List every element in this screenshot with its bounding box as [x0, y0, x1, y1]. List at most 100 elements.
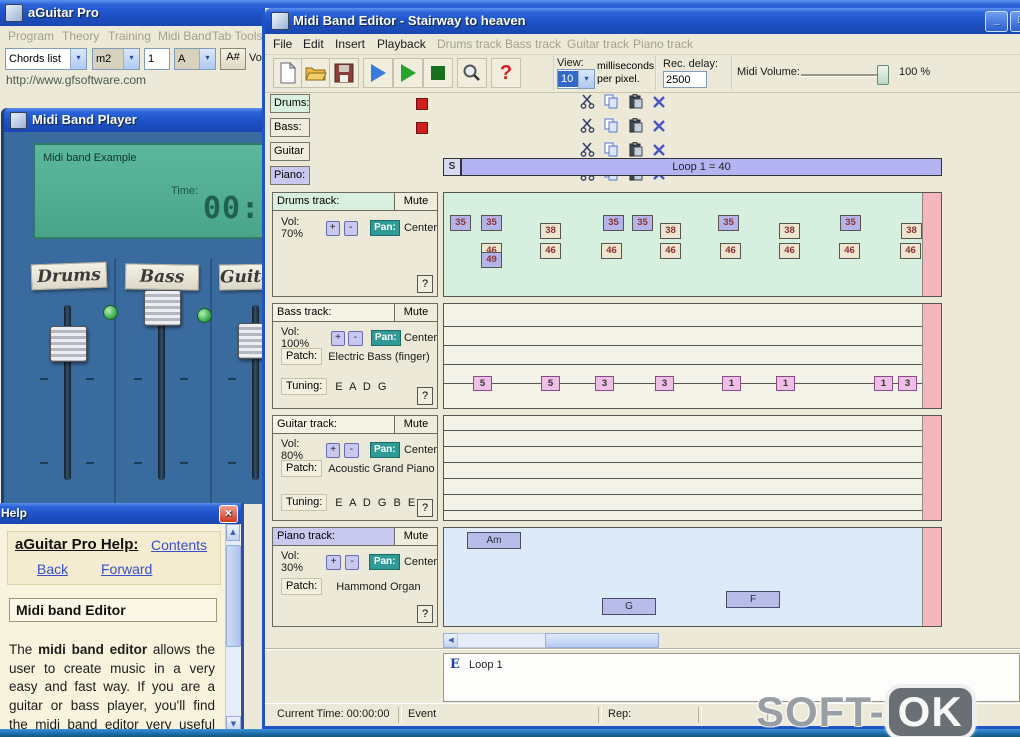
strip-copy-button[interactable]: [601, 94, 621, 113]
drum-note-box[interactable]: 46: [660, 243, 681, 259]
menu-file[interactable]: File: [273, 37, 292, 51]
forward-link[interactable]: Forward: [101, 561, 152, 577]
guitar-help-button[interactable]: ?: [417, 499, 433, 517]
back-link[interactable]: Back: [37, 561, 68, 577]
drum-note-box[interactable]: 38: [901, 223, 922, 239]
maximize-button[interactable]: □: [1010, 11, 1020, 32]
bass-note-box[interactable]: 1: [874, 376, 893, 391]
menu-guitar-track[interactable]: Guitar track: [567, 37, 629, 51]
drum-note-box[interactable]: 46: [839, 243, 860, 259]
save-button[interactable]: [329, 58, 359, 88]
guitar-mute-button[interactable]: Mute: [395, 416, 437, 433]
menu-piano-track[interactable]: Piano track: [633, 37, 693, 51]
midi-volume-slider-thumb[interactable]: [877, 65, 889, 85]
drum-note-box[interactable]: 46: [601, 243, 622, 259]
drums-help-button[interactable]: ?: [417, 275, 433, 293]
drum-note-box[interactable]: 46: [540, 243, 561, 259]
volume-up-button[interactable]: +: [330, 330, 346, 346]
guitar-note-grid[interactable]: [443, 415, 942, 521]
bass-note-box[interactable]: 3: [655, 376, 674, 391]
menu-training[interactable]: Training: [108, 29, 151, 43]
strip-button-bass[interactable]: Bass:: [270, 118, 310, 137]
drum-note-box[interactable]: 35: [603, 215, 624, 231]
record-indicator[interactable]: [416, 122, 428, 134]
menu-tab-tools[interactable]: Tab Tools: [212, 29, 262, 43]
midi-volume-slider[interactable]: [801, 74, 887, 77]
drum-note-box[interactable]: 38: [540, 223, 561, 239]
bass-help-button[interactable]: ?: [417, 387, 433, 405]
strip-paste-button[interactable]: [625, 118, 645, 137]
volume-up-button[interactable]: +: [325, 220, 340, 236]
chevron-down-icon[interactable]: ▾: [199, 49, 215, 69]
drum-note-box[interactable]: 35: [632, 215, 653, 231]
volume-down-button[interactable]: -: [344, 554, 360, 570]
scroll-up-button[interactable]: ▲: [226, 524, 240, 541]
drum-note-box[interactable]: 38: [779, 223, 800, 239]
help-scrollbar[interactable]: ▲ ▼: [225, 524, 241, 733]
volume-down-button[interactable]: -: [348, 330, 363, 346]
strip-button-drums[interactable]: Drums:: [270, 94, 310, 113]
bass-mute-button[interactable]: Mute: [395, 304, 437, 321]
strip-button-guitar[interactable]: Guitar: [270, 142, 310, 161]
strip-paste-button[interactable]: [625, 94, 645, 113]
strip-del-button[interactable]: [649, 95, 669, 113]
strip-cut-button[interactable]: [577, 118, 597, 137]
bass-note-grid[interactable]: 55331113: [443, 303, 942, 409]
loop-list-item[interactable]: Loop 1: [469, 659, 503, 671]
loop-start-marker[interactable]: S: [443, 158, 461, 176]
bass-patch-value[interactable]: Electric Bass (finger): [328, 351, 429, 363]
drum-note-box[interactable]: 35: [718, 215, 739, 231]
open-file-button[interactable]: [301, 58, 331, 88]
zoom-button[interactable]: [457, 58, 487, 88]
menu-edit[interactable]: Edit: [303, 37, 324, 51]
drums-fader-knob[interactable]: [50, 326, 87, 362]
bass-note-box[interactable]: 1: [776, 376, 795, 391]
piano-patch-value[interactable]: Hammond Organ: [336, 581, 420, 593]
bass-fader-knob[interactable]: [144, 290, 181, 326]
volume-down-button[interactable]: -: [343, 220, 358, 236]
bass-note-box[interactable]: 5: [473, 376, 492, 391]
close-button[interactable]: ×: [219, 505, 238, 523]
guitar-patch-value[interactable]: Acoustic Grand Piano: [328, 463, 434, 475]
chord-box[interactable]: F: [726, 591, 780, 608]
chevron-down-icon[interactable]: ▾: [578, 70, 594, 88]
strip-copy-button[interactable]: [601, 118, 621, 137]
piano-pan-button[interactable]: Pan:: [369, 554, 400, 570]
editor-titlebar[interactable]: Midi Band Editor - Stairway to heaven _ …: [265, 8, 1020, 34]
stop-button[interactable]: [423, 58, 453, 88]
view-combo[interactable]: 10 ▾: [557, 69, 595, 89]
bass-pan-button[interactable]: Pan:: [370, 330, 401, 346]
menu-program[interactable]: Program: [8, 29, 54, 43]
drums-mute-button[interactable]: Mute: [395, 193, 437, 210]
new-file-button[interactable]: [273, 58, 303, 88]
drum-note-box[interactable]: 38: [660, 223, 681, 239]
chevron-down-icon[interactable]: ▾: [123, 49, 139, 69]
bass-note-box[interactable]: 1: [722, 376, 741, 391]
volume-up-button[interactable]: +: [326, 554, 341, 570]
drums-pan-button[interactable]: Pan:: [369, 220, 400, 236]
strip-cut-button[interactable]: [577, 94, 597, 113]
menu-bass-track[interactable]: Bass track: [505, 37, 561, 51]
drum-note-box[interactable]: 35: [450, 215, 471, 231]
bass-note-box[interactable]: 3: [595, 376, 614, 391]
menu-playback[interactable]: Playback: [377, 37, 426, 51]
drum-note-box[interactable]: 35: [840, 215, 861, 231]
chords-list-combo[interactable]: Chords list ▾: [5, 48, 87, 70]
chord-box[interactable]: G: [602, 598, 656, 615]
contents-link[interactable]: Contents: [151, 537, 207, 553]
piano-help-button[interactable]: ?: [417, 605, 433, 623]
volume-up-button[interactable]: +: [326, 442, 341, 458]
bass-note-box[interactable]: 5: [541, 376, 560, 391]
bass-fader-track[interactable]: [158, 305, 165, 480]
player-titlebar[interactable]: Midi Band Player: [4, 108, 268, 132]
scroll-thumb[interactable]: [545, 633, 659, 648]
play-button[interactable]: [363, 58, 393, 88]
help-titlebar[interactable]: Help ×: [0, 503, 241, 524]
strip-del-button[interactable]: [649, 119, 669, 137]
rec-delay-input[interactable]: [663, 71, 707, 88]
chord-box[interactable]: Am: [467, 532, 521, 549]
bass-tuning-value[interactable]: E A D G: [335, 381, 388, 393]
help-button[interactable]: ?: [491, 58, 521, 88]
minimize-button[interactable]: _: [985, 11, 1008, 32]
drum-note-box[interactable]: 46: [900, 243, 921, 259]
